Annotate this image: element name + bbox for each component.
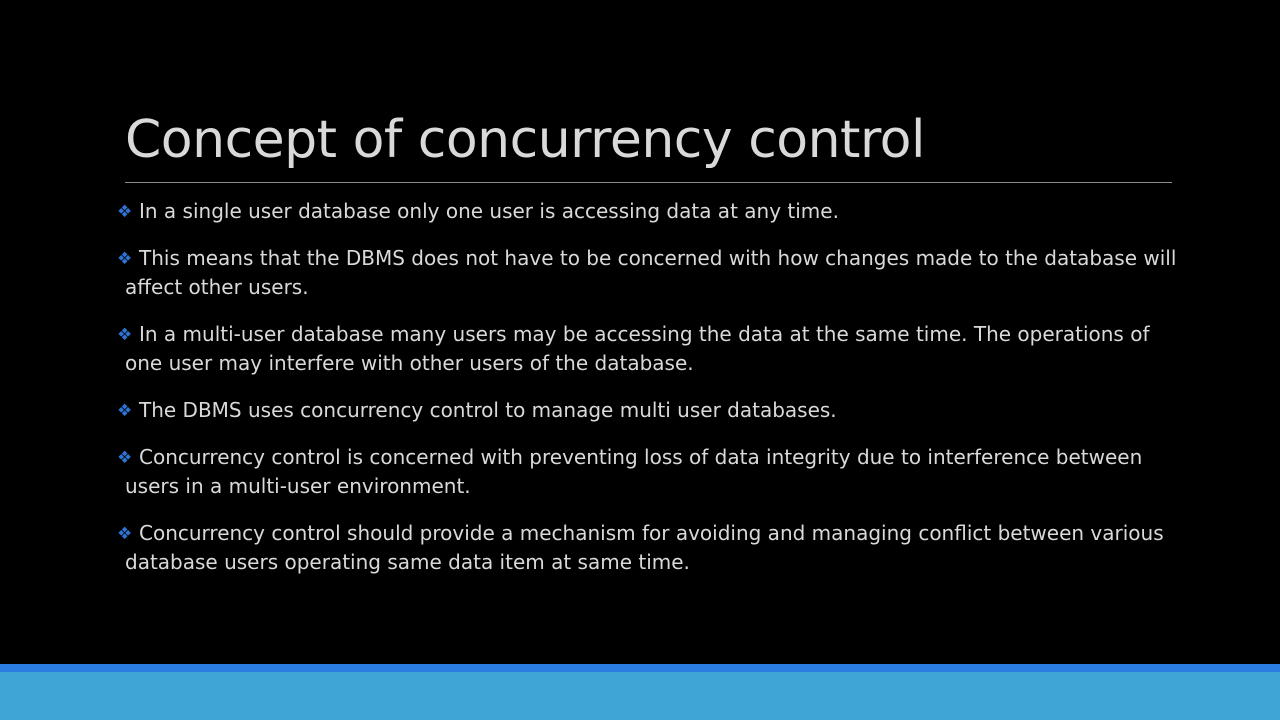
bullet-text: The DBMS uses concurrency control to man… — [139, 398, 837, 422]
bullet-text: In a multi-user database many users may … — [125, 322, 1150, 375]
bullet-text: Concurrency control should provide a mec… — [125, 521, 1164, 574]
diamond-bullet-icon: ❖ — [117, 249, 133, 269]
diamond-bullet-icon: ❖ — [117, 448, 133, 468]
diamond-bullet-icon: ❖ — [117, 524, 133, 544]
diamond-bullet-icon: ❖ — [117, 401, 133, 421]
bullet-text: Concurrency control is concerned with pr… — [125, 445, 1143, 498]
slide: Concept of concurrency control ❖ In a sin… — [0, 0, 1280, 720]
bullet-item: ❖ The DBMS uses concurrency control to ma… — [117, 396, 1177, 425]
diamond-bullet-icon: ❖ — [117, 325, 133, 345]
bullet-item: ❖ Concurrency control should provide a me… — [117, 519, 1177, 577]
slide-title: Concept of concurrency control — [125, 110, 925, 170]
diamond-bullet-icon: ❖ — [117, 202, 133, 222]
footer-accent-bar — [0, 664, 1280, 672]
bullet-item: ❖ Concurrency control is concerned with p… — [117, 443, 1177, 501]
footer-band — [0, 672, 1280, 720]
bullet-item: ❖ This means that the DBMS does not have … — [117, 244, 1177, 302]
bullet-text: This means that the DBMS does not have t… — [125, 246, 1177, 299]
bullet-list: ❖ In a single user database only one user… — [117, 197, 1177, 595]
bullet-text: In a single user database only one user … — [139, 199, 839, 223]
title-divider — [125, 182, 1172, 183]
bullet-item: ❖ In a single user database only one user… — [117, 197, 1177, 226]
bullet-item: ❖ In a multi-user database many users may… — [117, 320, 1177, 378]
